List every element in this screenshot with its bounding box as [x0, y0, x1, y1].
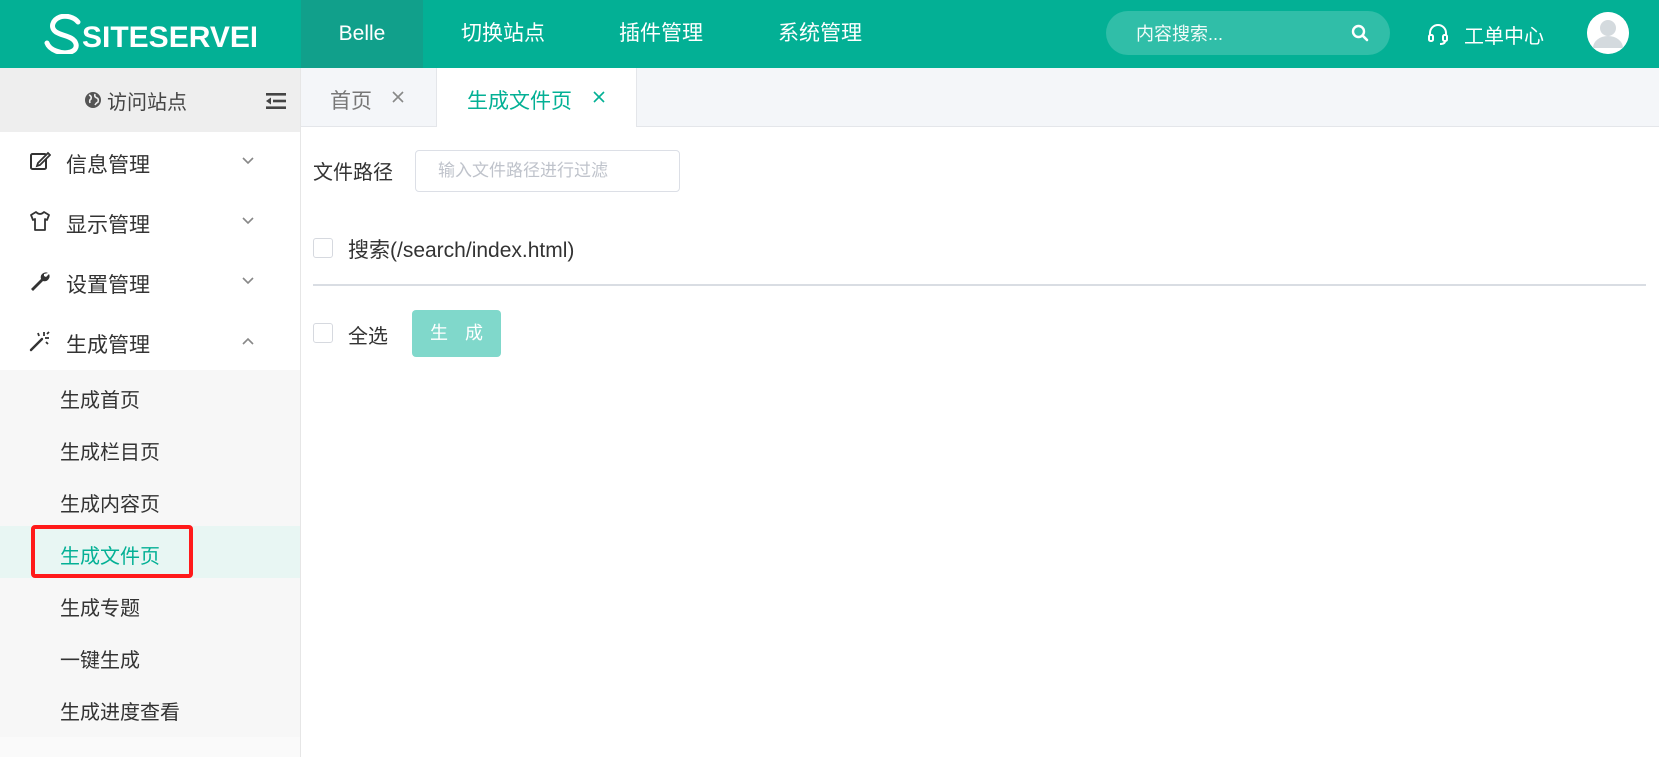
sidebar: 访问站点 信息管理 显示管理 设置管理 生成管理 生成首页 生成栏目页 生成内容…: [0, 68, 301, 757]
user-avatar[interactable]: [1587, 12, 1629, 54]
submenu-item-generate-home[interactable]: 生成首页: [0, 370, 300, 422]
select-all-checkbox[interactable]: [313, 323, 333, 343]
nav-item-system-management[interactable]: 系统管理: [778, 0, 862, 68]
ticket-center-link[interactable]: 工单中心: [1426, 19, 1544, 49]
ticket-center-label: 工单中心: [1464, 25, 1544, 48]
file-path-label: 文件路径: [313, 162, 393, 184]
tshirt-icon: [30, 211, 50, 231]
sidebar-header: 访问站点: [0, 68, 300, 132]
nav-item-switch-site[interactable]: 切换站点: [461, 0, 545, 68]
logo-mark: SITESERVER: [44, 14, 256, 54]
logo-text: SITESERVER: [82, 21, 256, 54]
sidebar-collapse-icon[interactable]: [266, 92, 286, 110]
wrench-icon: [31, 272, 50, 291]
magic-wand-icon: [29, 331, 50, 352]
close-icon[interactable]: [592, 90, 606, 104]
submenu-label: 生成内容页: [60, 494, 160, 516]
select-all-label[interactable]: 全选: [348, 320, 388, 349]
divider: [313, 284, 1646, 286]
menu-settings-management[interactable]: 设置管理: [0, 252, 300, 312]
submenu-label: 生成栏目页: [60, 442, 160, 464]
generate-button[interactable]: 生 成: [412, 310, 501, 357]
submenu-item-generate-channel[interactable]: 生成栏目页: [0, 422, 300, 474]
tab-generate-file[interactable]: 生成文件页: [436, 68, 637, 127]
file-checkbox[interactable]: [313, 238, 333, 258]
file-path-filter-input[interactable]: [415, 150, 680, 192]
top-navigation-bar: SITESERVER Belle 切换站点 插件管理 系统管理 工单中心: [0, 0, 1659, 68]
submenu-label: 生成首页: [60, 390, 140, 412]
menu-label: 设置管理: [66, 274, 150, 297]
tab-home[interactable]: 首页: [301, 68, 436, 126]
submenu-item-generate-special[interactable]: 生成专题: [0, 578, 300, 630]
submenu-label: 一键生成: [60, 650, 140, 672]
submenu-label: 生成专题: [60, 598, 140, 620]
visit-site-label: 访问站点: [107, 91, 187, 114]
menu-label: 显示管理: [66, 214, 150, 237]
submenu-item-generate-progress[interactable]: 生成进度查看: [0, 682, 300, 734]
content-search-input[interactable]: [1134, 11, 1348, 57]
tab-label: 首页: [330, 90, 372, 113]
globe-icon: [85, 92, 101, 108]
close-icon[interactable]: [391, 90, 405, 104]
chevron-down-icon: [242, 157, 254, 165]
visit-site-link[interactable]: 访问站点: [84, 88, 187, 114]
siteserver-logo[interactable]: SITESERVER: [44, 12, 256, 56]
page-tabs: 首页 生成文件页: [301, 68, 1659, 127]
chevron-down-icon: [242, 277, 254, 285]
menu-label: 生成管理: [66, 334, 150, 357]
submenu-item-generate-content[interactable]: 生成内容页: [0, 474, 300, 526]
edit-icon: [30, 151, 51, 170]
menu-label: 信息管理: [66, 154, 150, 177]
chevron-up-icon: [242, 337, 254, 345]
user-avatar-icon: [1587, 12, 1629, 54]
nav-item-belle[interactable]: Belle: [301, 0, 423, 68]
nav-item-plugin-management[interactable]: 插件管理: [619, 0, 703, 68]
submenu-item-one-click-generate[interactable]: 一键生成: [0, 630, 300, 682]
content-search-box: [1106, 11, 1390, 57]
chevron-down-icon: [242, 217, 254, 225]
search-icon[interactable]: [1350, 23, 1370, 43]
active-item-highlight-box: [31, 525, 193, 578]
headset-icon: [1428, 24, 1448, 45]
menu-generate-management[interactable]: 生成管理: [0, 312, 300, 372]
menu-info-management[interactable]: 信息管理: [0, 132, 300, 192]
file-item-label[interactable]: 搜索(/search/index.html): [348, 234, 574, 264]
tab-label: 生成文件页: [467, 90, 572, 113]
menu-display-management[interactable]: 显示管理: [0, 192, 300, 252]
submenu-label: 生成进度查看: [60, 702, 180, 724]
